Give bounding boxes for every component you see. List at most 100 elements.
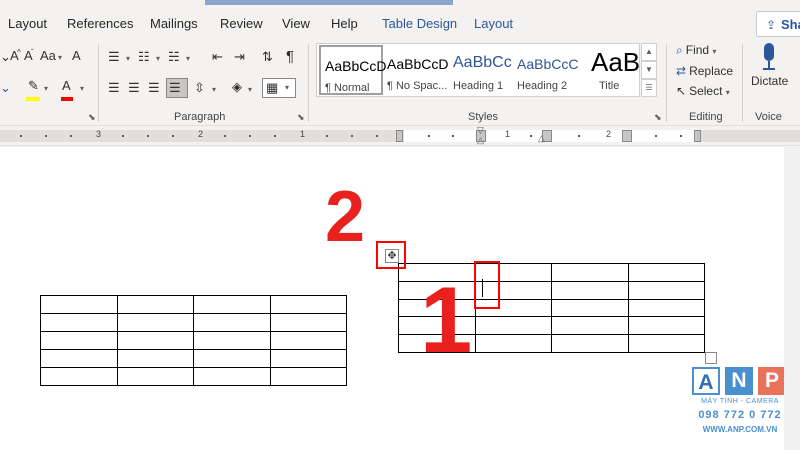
- borders-button[interactable]: ▦ ▾: [262, 78, 296, 98]
- tab-table-design[interactable]: Table Design: [382, 16, 457, 31]
- shading-icon[interactable]: ◈: [232, 80, 242, 94]
- numbering-caret-icon[interactable]: ▾: [156, 54, 160, 63]
- tab-layout[interactable]: Layout: [8, 16, 47, 31]
- share-icon: ⇪: [766, 18, 777, 32]
- tab-table-layout[interactable]: Layout: [474, 16, 513, 31]
- table-cell[interactable]: [551, 280, 629, 300]
- align-center-icon[interactable]: ☰: [128, 81, 140, 95]
- tab-references[interactable]: References: [67, 16, 133, 31]
- table-cell[interactable]: [40, 295, 118, 314]
- table-cell[interactable]: [40, 367, 118, 386]
- table-cell[interactable]: [551, 298, 629, 318]
- tab-view[interactable]: View: [282, 16, 310, 31]
- table-cell[interactable]: [40, 331, 118, 350]
- table-cell[interactable]: [627, 334, 705, 353]
- table-cell[interactable]: [269, 295, 347, 314]
- table-cell[interactable]: [269, 349, 347, 368]
- table-cell[interactable]: [193, 367, 271, 386]
- table-cell[interactable]: [193, 331, 271, 350]
- table-cell[interactable]: [116, 349, 194, 368]
- align-right-icon[interactable]: ☰: [148, 81, 160, 95]
- hanging-indent-icon[interactable]: △: [477, 136, 484, 145]
- table-cell[interactable]: [551, 316, 629, 336]
- paragraph-dialog-launcher-icon[interactable]: ⬊: [297, 112, 305, 123]
- replace-button[interactable]: ⇄ Replace: [676, 64, 733, 78]
- increase-indent-icon[interactable]: ⇥: [234, 50, 245, 64]
- column-marker[interactable]: [694, 130, 701, 142]
- find-button[interactable]: ⌕ Find ▾: [676, 43, 716, 58]
- line-spacing-caret-icon[interactable]: ▾: [212, 85, 216, 94]
- clear-formatting-icon[interactable]: A: [72, 49, 81, 63]
- tab-review[interactable]: Review: [220, 16, 263, 31]
- table-cell[interactable]: [116, 331, 194, 350]
- numbering-icon[interactable]: ☷: [138, 50, 150, 64]
- show-formatting-icon[interactable]: ¶: [286, 49, 294, 64]
- style-heading-1[interactable]: AaBbCc Heading 1: [449, 45, 513, 95]
- table-cell[interactable]: [627, 298, 705, 318]
- table-cell[interactable]: [116, 295, 194, 314]
- multilevel-list-icon[interactable]: ☵: [168, 50, 180, 64]
- decrease-indent-icon[interactable]: ⇤: [212, 50, 223, 64]
- style-preview: AaBbCcC: [517, 56, 579, 72]
- highlight-icon[interactable]: ✎: [28, 79, 39, 93]
- table-cell[interactable]: [193, 313, 271, 332]
- style-normal[interactable]: AaBbCcDd ¶ Normal: [319, 45, 387, 95]
- highlight-caret-icon[interactable]: ▾: [44, 84, 48, 93]
- table-cell[interactable]: [627, 263, 705, 282]
- microphone-icon[interactable]: [761, 43, 777, 71]
- style-title[interactable]: AaB Title: [577, 45, 641, 95]
- shading-caret-icon[interactable]: ▾: [248, 85, 252, 94]
- style-no-spacing[interactable]: AaBbCcDd ¶ No Spac...: [383, 45, 449, 95]
- align-left-icon[interactable]: ☰: [108, 81, 120, 95]
- table-cell[interactable]: [116, 313, 194, 332]
- table-cell[interactable]: [269, 331, 347, 350]
- vertical-scrollbar[interactable]: [784, 147, 800, 450]
- table-cell[interactable]: [474, 334, 552, 353]
- first-line-indent-icon[interactable]: ▽: [477, 126, 484, 135]
- table-resize-handle[interactable]: [705, 352, 717, 364]
- select-button[interactable]: ↖ Select ▾: [676, 84, 730, 98]
- change-case-caret-icon[interactable]: ▾: [58, 53, 62, 62]
- font-color-icon[interactable]: A: [62, 79, 71, 93]
- styles-scroll-up-icon[interactable]: ▲: [641, 43, 657, 61]
- select-label: Select: [689, 84, 723, 98]
- change-case-icon[interactable]: Aa: [40, 49, 56, 63]
- column-marker[interactable]: [622, 130, 632, 142]
- tab-help[interactable]: Help: [331, 16, 358, 31]
- font-dialog-launcher-icon[interactable]: ⬊: [88, 112, 96, 123]
- table-cell[interactable]: [551, 263, 629, 282]
- column-marker[interactable]: [396, 130, 403, 142]
- horizontal-ruler[interactable]: 3 2 1 1 2 ▽ △ △: [0, 126, 800, 146]
- table-cell[interactable]: [269, 367, 347, 386]
- table-cell[interactable]: [40, 313, 118, 332]
- table-cell[interactable]: [551, 334, 629, 353]
- document-page[interactable]: ✥ 2 1 A N P MÁY TÍNH - CAMERA 098 772 0 …: [0, 147, 786, 450]
- sort-icon[interactable]: ⇅: [262, 50, 273, 64]
- table-cell[interactable]: [627, 280, 705, 300]
- table-cell[interactable]: [627, 316, 705, 336]
- justify-icon: ☰: [169, 80, 181, 95]
- style-heading-2[interactable]: AaBbCcC Heading 2: [513, 45, 579, 95]
- bullets-caret-icon[interactable]: ▾: [126, 54, 130, 63]
- table-cell[interactable]: [269, 313, 347, 332]
- styles-more-icon[interactable]: ☰: [641, 79, 657, 97]
- bullets-icon[interactable]: ☰: [108, 50, 120, 64]
- right-indent-icon[interactable]: △: [538, 134, 545, 143]
- table-cell[interactable]: [193, 295, 271, 314]
- multilevel-caret-icon[interactable]: ▾: [186, 54, 190, 63]
- table-cell[interactable]: [116, 367, 194, 386]
- styles-scroll-down-icon[interactable]: ▼: [641, 61, 657, 79]
- line-spacing-icon[interactable]: ⇳: [194, 81, 205, 95]
- styles-dialog-launcher-icon[interactable]: ⬊: [654, 112, 662, 123]
- logo-tagline: MÁY TÍNH - CAMERA: [701, 398, 779, 405]
- table-cell[interactable]: [474, 316, 552, 336]
- tab-mailings[interactable]: Mailings: [150, 16, 198, 31]
- table-cell[interactable]: [40, 349, 118, 368]
- share-button[interactable]: ⇪ Sha: [756, 11, 800, 37]
- style-preview: AaBbCc: [453, 54, 512, 71]
- table-cell[interactable]: [193, 349, 271, 368]
- text-effects-caret-icon[interactable]: ⌄: [0, 81, 11, 95]
- word-table-1[interactable]: [40, 295, 347, 386]
- font-color-caret-icon[interactable]: ▾: [80, 84, 84, 93]
- dictate-label[interactable]: Dictate: [751, 74, 788, 88]
